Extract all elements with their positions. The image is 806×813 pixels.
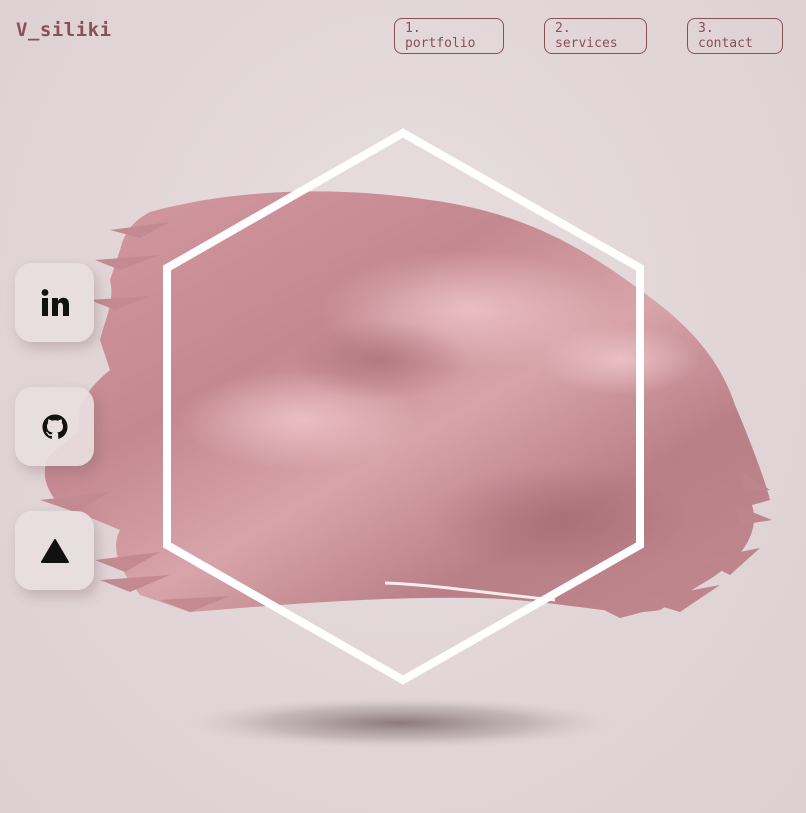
triangle-button[interactable] [15,511,94,590]
hero-artwork [40,128,772,749]
github-icon [42,414,67,439]
brush-stroke [40,191,772,618]
nav-contact-button[interactable]: 3. contact [687,18,783,54]
triangle-icon [40,538,69,563]
nav-portfolio-button[interactable]: 1. portfolio [394,18,504,54]
brand-logo[interactable]: V_siliki [16,19,112,41]
linkedin-button[interactable] [15,263,94,342]
linkedin-icon [41,288,69,316]
nav-services-button[interactable]: 2. services [544,18,647,54]
github-button[interactable] [15,387,94,466]
hero-shadow [185,697,615,749]
